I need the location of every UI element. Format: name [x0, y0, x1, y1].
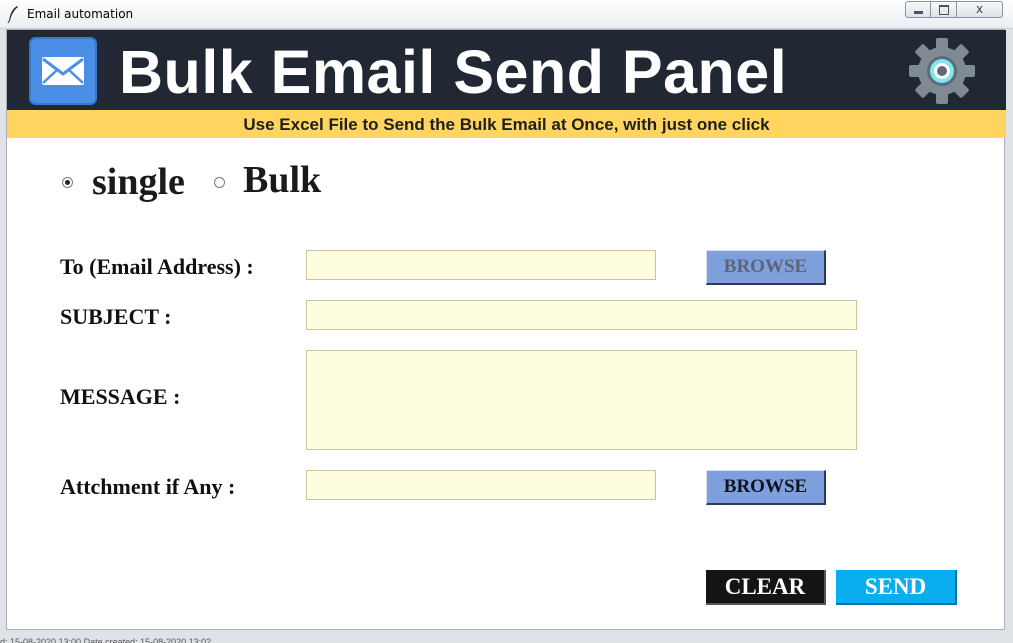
app-header: Bulk Email Send Panel	[7, 30, 1006, 110]
attachment-label: Attchment if Any :	[60, 474, 236, 499]
to-label: To (Email Address) :	[60, 254, 254, 279]
mail-envelope-icon	[29, 37, 97, 105]
message-textarea[interactable]	[307, 351, 856, 449]
close-icon: x	[975, 2, 984, 16]
message-label: MESSAGE :	[60, 384, 181, 409]
maximize-button[interactable]	[931, 1, 957, 18]
close-button[interactable]: x	[957, 1, 1003, 18]
attachment-input[interactable]	[307, 471, 655, 499]
minimize-button[interactable]	[905, 1, 931, 18]
feather-app-icon	[7, 6, 18, 23]
message-field-wrap	[306, 350, 857, 450]
radio-bulk[interactable]	[214, 177, 225, 188]
attachment-field-wrap	[306, 470, 656, 500]
status-bar: d: 15-08-2020 13:00 Date created: 15-08-…	[0, 632, 1013, 643]
clear-button[interactable]: CLEAR	[706, 570, 826, 605]
to-field-wrap	[306, 250, 656, 280]
subject-input[interactable]	[307, 301, 856, 329]
subject-label: SUBJECT :	[60, 304, 172, 329]
gear-icon[interactable]	[907, 36, 977, 106]
window-title: Email automation	[27, 7, 134, 21]
header-tagline: Use Excel File to Send the Bulk Email at…	[7, 110, 1006, 138]
radio-single[interactable]	[62, 177, 73, 188]
app-client-area: Bulk Email Send Panel Use Excel File to …	[6, 29, 1006, 630]
subject-field-wrap	[306, 300, 857, 330]
to-email-input[interactable]	[307, 251, 655, 279]
radio-bulk-label[interactable]: Bulk	[243, 158, 321, 202]
window-controls: x	[905, 1, 1003, 19]
app-title: Bulk Email Send Panel	[119, 38, 788, 106]
browse-recipients-button[interactable]: BROWSE	[706, 250, 826, 285]
browse-attachment-button[interactable]: BROWSE	[706, 470, 826, 505]
window-titlebar[interactable]: Email automation x	[0, 0, 1013, 29]
radio-single-label[interactable]: single	[92, 160, 185, 204]
send-button[interactable]: SEND	[836, 570, 957, 605]
